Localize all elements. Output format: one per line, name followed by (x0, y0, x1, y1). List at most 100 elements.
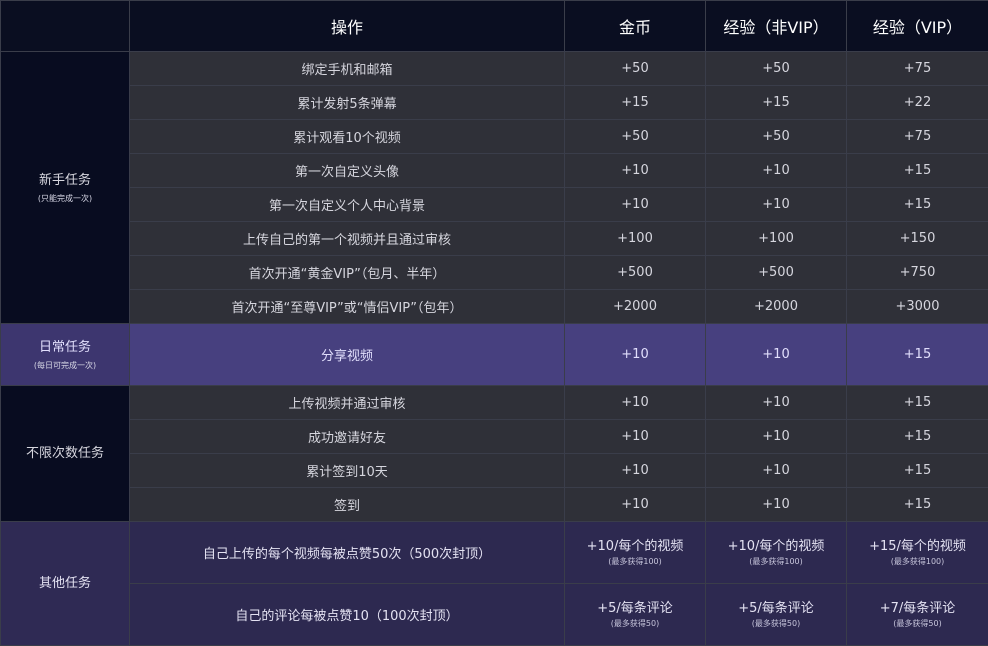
coin-cell: +10 (565, 324, 706, 386)
action-cell: 累计观看10个视频 (130, 120, 565, 154)
task-rewards-table: 操作 金币 经验（非VIP） 经验（VIP） 新手任务 (只能完成一次) 绑定手… (0, 0, 988, 646)
action-cell: 自己的评论每被点赞10（100次封顶） (130, 584, 565, 646)
exp-vip-cell: +15 (847, 188, 988, 222)
table-row: 其他任务 自己上传的每个视频每被点赞50次（500次封顶） +10/每个的视频 … (1, 522, 988, 584)
reward-cap-note: (最多获得100) (847, 556, 988, 567)
action-cell: 第一次自定义头像 (130, 154, 565, 188)
exp-vip-cell: +15 (847, 420, 988, 454)
table-row: 第一次自定义头像 +10 +10 +15 (1, 154, 988, 188)
reward-value: +10/每个的视频 (565, 538, 705, 555)
exp-nonvip-cell: +10/每个的视频 (最多获得100) (706, 522, 847, 584)
reward-cap-note: (最多获得100) (565, 556, 705, 567)
table-row: 累计签到10天 +10 +10 +15 (1, 454, 988, 488)
exp-nonvip-cell: +2000 (706, 290, 847, 324)
exp-nonvip-cell: +5/每条评论 (最多获得50) (706, 584, 847, 646)
action-cell: 第一次自定义个人中心背景 (130, 188, 565, 222)
exp-vip-cell: +15/每个的视频 (最多获得100) (847, 522, 988, 584)
category-title: 日常任务 (39, 340, 91, 355)
exp-nonvip-cell: +500 (706, 256, 847, 290)
table-row: 新手任务 (只能完成一次) 绑定手机和邮箱 +50 +50 +75 (1, 52, 988, 86)
category-subtitle: (只能完成一次) (1, 193, 129, 205)
header-corner (1, 1, 130, 52)
action-cell: 累计发射5条弹幕 (130, 86, 565, 120)
header-row: 操作 金币 经验（非VIP） 经验（VIP） (1, 1, 988, 52)
action-cell: 自己上传的每个视频每被点赞50次（500次封顶） (130, 522, 565, 584)
table-row: 第一次自定义个人中心背景 +10 +10 +15 (1, 188, 988, 222)
exp-vip-cell: +15 (847, 454, 988, 488)
coin-cell: +500 (565, 256, 706, 290)
table-row: 签到 +10 +10 +15 (1, 488, 988, 522)
coin-cell: +10 (565, 154, 706, 188)
coin-cell: +50 (565, 52, 706, 86)
action-cell: 签到 (130, 488, 565, 522)
table-row: 累计观看10个视频 +50 +50 +75 (1, 120, 988, 154)
action-cell: 首次开通“至尊VIP”或“情侣VIP”（包年） (130, 290, 565, 324)
coin-cell: +10 (565, 188, 706, 222)
action-cell: 绑定手机和邮箱 (130, 52, 565, 86)
table-row: 首次开通“至尊VIP”或“情侣VIP”（包年） +2000 +2000 +300… (1, 290, 988, 324)
category-title: 其他任务 (39, 576, 91, 591)
coin-cell: +5/每条评论 (最多获得50) (565, 584, 706, 646)
exp-vip-cell: +150 (847, 222, 988, 256)
exp-nonvip-cell: +10 (706, 188, 847, 222)
reward-cap-note: (最多获得50) (565, 618, 705, 629)
action-cell: 成功邀请好友 (130, 420, 565, 454)
exp-vip-cell: +7/每条评论 (最多获得50) (847, 584, 988, 646)
exp-nonvip-cell: +10 (706, 324, 847, 386)
exp-vip-cell: +75 (847, 120, 988, 154)
category-title: 不限次数任务 (26, 446, 104, 461)
exp-vip-cell: +3000 (847, 290, 988, 324)
header-action: 操作 (130, 1, 565, 52)
action-cell: 上传视频并通过审核 (130, 386, 565, 420)
coin-cell: +10 (565, 488, 706, 522)
header-coin: 金币 (565, 1, 706, 52)
header-exp-vip: 经验（VIP） (847, 1, 988, 52)
exp-nonvip-cell: +10 (706, 454, 847, 488)
exp-vip-cell: +75 (847, 52, 988, 86)
action-cell: 分享视频 (130, 324, 565, 386)
category-subtitle: (每日可完成一次) (1, 360, 129, 372)
exp-vip-cell: +15 (847, 386, 988, 420)
exp-nonvip-cell: +10 (706, 154, 847, 188)
exp-nonvip-cell: +15 (706, 86, 847, 120)
reward-cap-note: (最多获得100) (706, 556, 846, 567)
exp-vip-cell: +15 (847, 324, 988, 386)
exp-nonvip-cell: +10 (706, 420, 847, 454)
reward-cap-note: (最多获得50) (847, 618, 988, 629)
exp-nonvip-cell: +10 (706, 386, 847, 420)
reward-value: +15/每个的视频 (847, 538, 988, 555)
exp-vip-cell: +15 (847, 488, 988, 522)
table-row: 上传自己的第一个视频并且通过审核 +100 +100 +150 (1, 222, 988, 256)
coin-cell: +100 (565, 222, 706, 256)
category-title: 新手任务 (39, 173, 91, 188)
reward-cap-note: (最多获得50) (706, 618, 846, 629)
header-exp-nonvip: 经验（非VIP） (706, 1, 847, 52)
coin-cell: +50 (565, 120, 706, 154)
exp-nonvip-cell: +100 (706, 222, 847, 256)
reward-value: +7/每条评论 (847, 600, 988, 617)
exp-vip-cell: +750 (847, 256, 988, 290)
coin-cell: +10 (565, 386, 706, 420)
reward-value: +5/每条评论 (565, 600, 705, 617)
coin-cell: +10 (565, 420, 706, 454)
table-row: 日常任务 (每日可完成一次) 分享视频 +10 +10 +15 (1, 324, 988, 386)
coin-cell: +10/每个的视频 (最多获得100) (565, 522, 706, 584)
category-daily: 日常任务 (每日可完成一次) (1, 324, 130, 386)
reward-value: +5/每条评论 (706, 600, 846, 617)
coin-cell: +2000 (565, 290, 706, 324)
category-unlimited: 不限次数任务 (1, 386, 130, 522)
reward-value: +10/每个的视频 (706, 538, 846, 555)
exp-vip-cell: +15 (847, 154, 988, 188)
table-row: 自己的评论每被点赞10（100次封顶） +5/每条评论 (最多获得50) +5/… (1, 584, 988, 646)
table-row: 不限次数任务 上传视频并通过审核 +10 +10 +15 (1, 386, 988, 420)
category-novice: 新手任务 (只能完成一次) (1, 52, 130, 324)
exp-nonvip-cell: +50 (706, 52, 847, 86)
exp-nonvip-cell: +50 (706, 120, 847, 154)
table-row: 首次开通“黄金VIP”（包月、半年） +500 +500 +750 (1, 256, 988, 290)
action-cell: 首次开通“黄金VIP”（包月、半年） (130, 256, 565, 290)
table-row: 累计发射5条弹幕 +15 +15 +22 (1, 86, 988, 120)
exp-vip-cell: +22 (847, 86, 988, 120)
coin-cell: +15 (565, 86, 706, 120)
table-row: 成功邀请好友 +10 +10 +15 (1, 420, 988, 454)
action-cell: 累计签到10天 (130, 454, 565, 488)
